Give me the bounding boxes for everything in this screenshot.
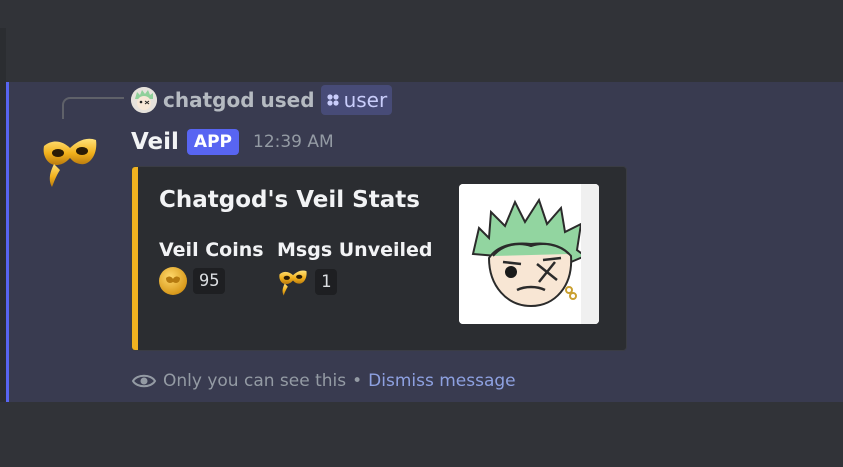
command-name: user bbox=[343, 88, 388, 112]
ephemeral-notice: Only you can see this bbox=[163, 371, 347, 391]
app-badge: APP bbox=[186, 129, 239, 155]
embed-card: Chatgod's Veil Stats Veil Coins 95 Msgs … bbox=[131, 166, 627, 351]
bottom-area bbox=[0, 402, 843, 467]
mask-icon bbox=[279, 270, 307, 296]
reply-avatar-icon bbox=[131, 87, 157, 113]
author-name[interactable]: Veil bbox=[131, 129, 179, 155]
eye-icon bbox=[131, 374, 157, 388]
field-name: Msgs Unveiled bbox=[277, 239, 433, 261]
field-msgs-unveiled: Msgs Unveiled 1 bbox=[277, 239, 432, 297]
anime-avatar-image bbox=[459, 184, 599, 324]
field-value-row: 95 bbox=[159, 267, 264, 295]
reply-username[interactable]: chatgod bbox=[163, 88, 255, 112]
command-chip[interactable]: user bbox=[320, 85, 393, 115]
top-gap bbox=[0, 0, 843, 82]
field-name: Veil Coins bbox=[159, 239, 264, 261]
separator-dot: • bbox=[352, 371, 363, 391]
command-icon bbox=[326, 94, 339, 106]
mention-bar bbox=[6, 82, 9, 402]
reply-action: used bbox=[260, 88, 315, 112]
message-header: Veil APP 12:39 AM bbox=[131, 126, 334, 158]
reply-line[interactable]: chatgod used user bbox=[131, 85, 393, 115]
field-veil-coins: Veil Coins 95 bbox=[159, 239, 264, 295]
embed-accent bbox=[132, 167, 138, 350]
embed-thumbnail[interactable] bbox=[459, 184, 599, 324]
dismiss-message-link[interactable]: Dismiss message bbox=[368, 371, 515, 391]
timestamp[interactable]: 12:39 AM bbox=[253, 132, 334, 152]
ephemeral-footer: Only you can see this • Dismiss message bbox=[131, 368, 516, 394]
coin-icon bbox=[159, 267, 187, 295]
reply-avatar[interactable] bbox=[131, 87, 157, 113]
reply-connector bbox=[62, 97, 124, 119]
field-value: 1 bbox=[315, 269, 338, 295]
field-value: 95 bbox=[193, 268, 226, 294]
bot-avatar[interactable] bbox=[40, 132, 100, 190]
embed-title: Chatgod's Veil Stats bbox=[159, 187, 420, 213]
field-value-row: 1 bbox=[277, 267, 432, 297]
